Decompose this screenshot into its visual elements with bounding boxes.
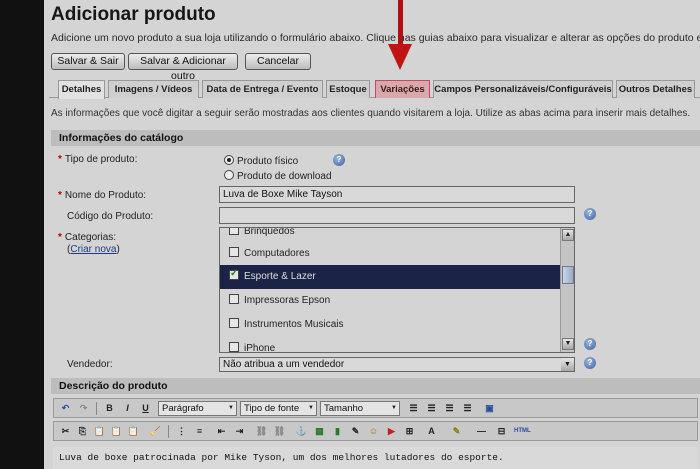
help-icon[interactable]: ? (333, 154, 345, 166)
product-type-label: * Tipo de produto: (58, 154, 138, 165)
create-category-link[interactable]: Criar nova (70, 244, 116, 255)
radio-physical[interactable] (224, 155, 234, 165)
scroll-thumb[interactable] (562, 266, 574, 284)
editor-toolbar-row-2: ✂ ⎘ 📋 📋 📋 🧹 ⋮ ≡ ⇤ ⇥ ⛓ ⛓ ⚓ ▦ ▮ ✎ ☺ ▶ ⊞ A … (53, 421, 698, 441)
left-gutter (0, 0, 44, 469)
tab-estoque[interactable]: Estoque (326, 80, 370, 98)
help-icon[interactable]: ? (584, 338, 596, 350)
fullscreen-icon[interactable]: ▣ (482, 401, 497, 416)
product-type-physical-option[interactable]: Produto físico (224, 155, 298, 167)
product-name-label: * Nome do Produto: (58, 190, 147, 201)
align-right-icon[interactable]: ☰ (442, 401, 457, 416)
description-editor[interactable]: Luva de boxe patrocinada por Mike Tyson,… (53, 447, 698, 469)
vendor-select[interactable]: Não atribua a um vendedor ▼ (219, 357, 575, 372)
list-item[interactable]: Computadores (220, 242, 560, 266)
scroll-up-icon[interactable]: ▲ (562, 229, 574, 241)
catalog-section-header: Informações do catálogo (51, 130, 700, 146)
chevron-down-icon: ▼ (228, 405, 234, 411)
list-item[interactable]: Instrumentos Musicais (220, 313, 560, 337)
list-item[interactable]: Impressoras Epson (220, 289, 560, 313)
red-arrow-icon (388, 44, 412, 70)
add-product-page: Adicionar produto Adicione um novo produ… (44, 0, 700, 469)
underline-icon[interactable]: U (138, 401, 153, 416)
youtube-icon[interactable]: ▶ (384, 424, 399, 439)
tab-outros-detalhes[interactable]: Outros Detalhes (616, 80, 695, 98)
page-title: Adicionar produto (51, 4, 216, 25)
bullet-list-icon[interactable]: ⋮ (174, 424, 189, 439)
cancel-button[interactable]: Cancelar (245, 53, 311, 70)
cut-icon[interactable]: ✂ (58, 424, 73, 439)
radio-download[interactable] (224, 170, 234, 180)
help-icon[interactable]: ? (584, 357, 596, 369)
tab-bar: Detalhes Imagens / Vídeos Data de Entreg… (49, 80, 700, 99)
checkbox[interactable] (229, 318, 239, 328)
font-type-select[interactable]: Tipo de fonte ▼ (240, 401, 317, 416)
tab-campos-personalizaveis[interactable]: Campos Personalizáveis/Configuráveis (433, 80, 613, 98)
checkbox[interactable] (229, 294, 239, 304)
text-color-icon[interactable]: A (424, 424, 439, 439)
italic-icon[interactable]: I (120, 401, 135, 416)
copy-icon[interactable]: ⎘ (75, 424, 90, 439)
tab-data-entrega-evento[interactable]: Data de Entrega / Evento (202, 80, 323, 98)
undo-icon[interactable]: ↶ (58, 401, 73, 416)
list-item[interactable]: iPhone (220, 337, 560, 352)
paste-icon[interactable]: 📋 (92, 424, 107, 439)
red-arrow-shaft (398, 0, 403, 46)
tab-detalhes[interactable]: Detalhes (58, 80, 105, 99)
save-add-another-button[interactable]: Salvar & Adicionar outro (128, 53, 238, 82)
outdent-icon[interactable]: ⇤ (214, 424, 229, 439)
media-icon[interactable]: ▮ (330, 424, 345, 439)
vendor-label: Vendedor: (67, 359, 113, 370)
horizontal-rule-icon[interactable]: — (474, 424, 489, 439)
bold-icon[interactable]: B (102, 401, 117, 416)
info-line: As informações que você digitar a seguir… (51, 108, 691, 119)
tab-imagens-videos[interactable]: Imagens / Vídeos (108, 80, 199, 98)
product-type-download-option[interactable]: Produto de download (224, 170, 332, 182)
create-category-wrapper: (Criar nova) (67, 244, 120, 255)
product-code-input[interactable] (219, 207, 575, 224)
font-size-select[interactable]: Tamanho ▼ (320, 401, 400, 416)
product-name-input[interactable]: Luva de Boxe Mike Tayson (219, 186, 575, 203)
align-left-icon[interactable]: ☰ (406, 401, 421, 416)
checkbox[interactable] (229, 228, 239, 235)
link-icon[interactable]: ⛓ (254, 424, 269, 439)
chevron-down-icon: ▼ (308, 405, 314, 411)
checkbox[interactable] (229, 247, 239, 257)
edit-html-icon[interactable]: ✎ (348, 424, 363, 439)
categories-list[interactable]: Brinquedos Computadores Esporte & Lazer … (219, 227, 575, 353)
unlink-icon[interactable]: ⛓ (272, 424, 287, 439)
indent-icon[interactable]: ⇥ (232, 424, 247, 439)
chevron-down-icon: ▼ (391, 405, 397, 411)
html-source-icon[interactable]: HTML (514, 424, 531, 439)
paste-word-icon[interactable]: 📋 (126, 424, 141, 439)
list-item[interactable]: Esporte & Lazer (220, 265, 560, 289)
editor-toolbar-row-1: ↶ ↷ B I U Parágrafo ▼ Tipo de fonte ▼ Tama… (53, 398, 698, 418)
checkbox[interactable] (229, 342, 239, 352)
save-exit-button[interactable]: Salvar & Sair (51, 53, 125, 70)
page-break-icon[interactable]: ⊟ (494, 424, 509, 439)
redo-icon[interactable]: ↷ (76, 401, 91, 416)
scroll-down-icon[interactable]: ▼ (562, 338, 574, 350)
tab-variacoes[interactable]: Variações (375, 80, 430, 98)
numbered-list-icon[interactable]: ≡ (192, 424, 207, 439)
paragraph-select[interactable]: Parágrafo ▼ (158, 401, 237, 416)
paste-text-icon[interactable]: 📋 (109, 424, 124, 439)
page-subtitle: Adicione um novo produto a sua loja util… (51, 32, 700, 44)
product-code-label: Código do Produto: (67, 211, 154, 222)
align-center-icon[interactable]: ☰ (424, 401, 439, 416)
align-justify-icon[interactable]: ☰ (460, 401, 475, 416)
anchor-icon[interactable]: ⚓ (294, 424, 309, 439)
table-icon[interactable]: ⊞ (402, 424, 417, 439)
emoticon-icon[interactable]: ☺ (366, 424, 381, 439)
checkbox-checked[interactable] (229, 267, 239, 281)
highlight-color-icon[interactable]: ✎ (449, 424, 464, 439)
categories-label: * Categorias: (58, 232, 117, 243)
help-icon[interactable]: ? (584, 208, 596, 220)
description-section-header: Descrição do produto (51, 378, 700, 394)
categories-scrollbar[interactable]: ▲ ▼ (560, 228, 574, 352)
cleanup-icon[interactable]: 🧹 (148, 424, 163, 439)
chevron-down-icon[interactable]: ▼ (561, 358, 574, 371)
image-icon[interactable]: ▦ (312, 424, 327, 439)
